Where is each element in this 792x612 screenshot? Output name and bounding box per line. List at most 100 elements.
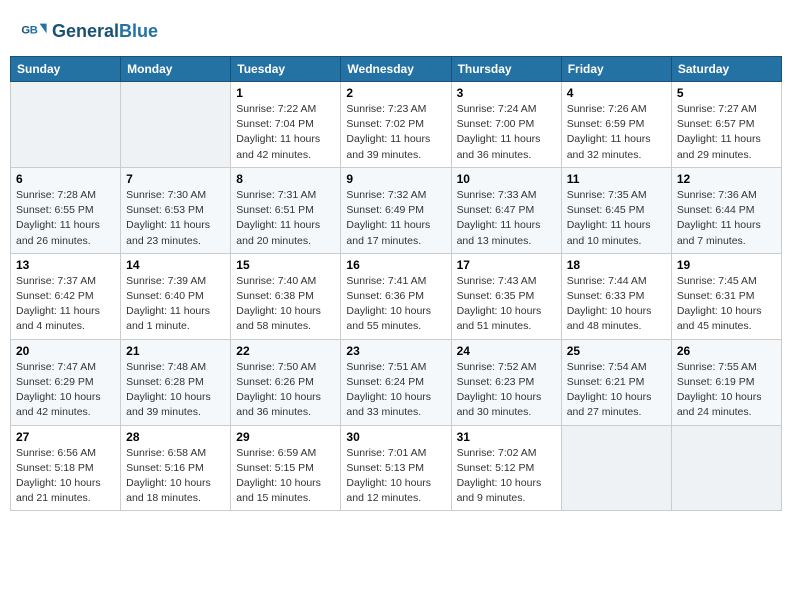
calendar-day-cell: 30 Sunrise: 7:01 AMSunset: 5:13 PMDayligh… (341, 425, 451, 511)
calendar-day-cell: 21Sunrise: 7:48 AMSunset: 6:28 PMDayligh… (121, 339, 231, 425)
day-info: Sunrise: 7:30 AMSunset: 6:53 PMDaylight:… (126, 188, 225, 249)
calendar-day-cell (561, 425, 671, 511)
day-info: Sunrise: 7:54 AMSunset: 6:21 PMDaylight:… (567, 360, 666, 421)
calendar-day-cell: 1Sunrise: 7:22 AMSunset: 7:04 PMDaylight… (231, 82, 341, 168)
day-info: Sunrise: 7:26 AMSunset: 6:59 PMDaylight:… (567, 102, 666, 163)
calendar-day-cell: 12 Sunrise: 7:36 AMSunset: 6:44 PMDayligh… (671, 167, 781, 253)
calendar-day-cell (11, 82, 121, 168)
calendar-day-cell: 24Sunrise: 7:52 AMSunset: 6:23 PMDayligh… (451, 339, 561, 425)
day-number: 14 (126, 258, 225, 272)
day-info: Sunrise: 6:59 AMSunset: 5:15 PMDaylight:… (236, 446, 335, 507)
calendar-day-cell: 9Sunrise: 7:32 AMSunset: 6:49 PMDaylight… (341, 167, 451, 253)
logo-text: GeneralBlue (52, 22, 158, 42)
day-number: 26 (677, 344, 776, 358)
svg-text:B: B (30, 24, 38, 36)
calendar-week-row: 6 Sunrise: 7:28 AMSunset: 6:55 PMDaylight… (11, 167, 782, 253)
day-info: Sunrise: 6:58 AMSunset: 5:16 PMDaylight:… (126, 446, 225, 507)
day-number: 29 (236, 430, 335, 444)
day-number: 16 (346, 258, 445, 272)
day-number: 10 (457, 172, 556, 186)
calendar-table: SundayMondayTuesdayWednesdayThursdayFrid… (10, 56, 782, 511)
calendar-week-row: 1Sunrise: 7:22 AMSunset: 7:04 PMDaylight… (11, 82, 782, 168)
day-info: Sunrise: 7:27 AMSunset: 6:57 PMDaylight:… (677, 102, 776, 163)
day-number: 9 (346, 172, 445, 186)
day-number: 18 (567, 258, 666, 272)
day-number: 3 (457, 86, 556, 100)
calendar-day-cell: 26 Sunrise: 7:55 AMSunset: 6:19 PMDayligh… (671, 339, 781, 425)
day-number: 8 (236, 172, 335, 186)
weekday-header-row: SundayMondayTuesdayWednesdayThursdayFrid… (11, 57, 782, 82)
weekday-header-friday: Friday (561, 57, 671, 82)
day-info: Sunrise: 7:28 AMSunset: 6:55 PMDaylight:… (16, 188, 115, 249)
calendar-day-cell: 10 Sunrise: 7:33 AMSunset: 6:47 PMDayligh… (451, 167, 561, 253)
calendar-day-cell: 28 Sunrise: 6:58 AMSunset: 5:16 PMDayligh… (121, 425, 231, 511)
day-number: 4 (567, 86, 666, 100)
day-info: Sunrise: 7:01 AMSunset: 5:13 PMDaylight:… (346, 446, 445, 507)
day-number: 2 (346, 86, 445, 100)
day-number: 13 (16, 258, 115, 272)
calendar-day-cell: 29 Sunrise: 6:59 AMSunset: 5:15 PMDayligh… (231, 425, 341, 511)
calendar-day-cell: 19 Sunrise: 7:45 AMSunset: 6:31 PMDayligh… (671, 253, 781, 339)
day-number: 17 (457, 258, 556, 272)
logo-icon: G B (20, 18, 48, 46)
calendar-day-cell: 8 Sunrise: 7:31 AMSunset: 6:51 PMDaylight… (231, 167, 341, 253)
calendar-day-cell: 7 Sunrise: 7:30 AMSunset: 6:53 PMDaylight… (121, 167, 231, 253)
calendar-day-cell: 11 Sunrise: 7:35 AMSunset: 6:45 PMDayligh… (561, 167, 671, 253)
weekday-header-saturday: Saturday (671, 57, 781, 82)
day-number: 31 (457, 430, 556, 444)
day-info: Sunrise: 7:50 AMSunset: 6:26 PMDaylight:… (236, 360, 335, 421)
day-info: Sunrise: 7:31 AMSunset: 6:51 PMDaylight:… (236, 188, 335, 249)
day-info: Sunrise: 7:23 AMSunset: 7:02 PMDaylight:… (346, 102, 445, 163)
calendar-week-row: 27Sunrise: 6:56 AMSunset: 5:18 PMDayligh… (11, 425, 782, 511)
weekday-header-wednesday: Wednesday (341, 57, 451, 82)
day-number: 11 (567, 172, 666, 186)
calendar-day-cell: 4 Sunrise: 7:26 AMSunset: 6:59 PMDaylight… (561, 82, 671, 168)
calendar-day-cell: 27Sunrise: 6:56 AMSunset: 5:18 PMDayligh… (11, 425, 121, 511)
calendar-day-cell: 14Sunrise: 7:39 AMSunset: 6:40 PMDayligh… (121, 253, 231, 339)
weekday-header-sunday: Sunday (11, 57, 121, 82)
calendar-day-cell: 20Sunrise: 7:47 AMSunset: 6:29 PMDayligh… (11, 339, 121, 425)
day-number: 22 (236, 344, 335, 358)
day-info: Sunrise: 7:51 AMSunset: 6:24 PMDaylight:… (346, 360, 445, 421)
day-info: Sunrise: 6:56 AMSunset: 5:18 PMDaylight:… (16, 446, 115, 507)
calendar-day-cell: 2 Sunrise: 7:23 AMSunset: 7:02 PMDaylight… (341, 82, 451, 168)
calendar-day-cell: 17 Sunrise: 7:43 AMSunset: 6:35 PMDayligh… (451, 253, 561, 339)
day-info: Sunrise: 7:37 AMSunset: 6:42 PMDaylight:… (16, 274, 115, 335)
calendar-week-row: 13 Sunrise: 7:37 AMSunset: 6:42 PMDayligh… (11, 253, 782, 339)
day-number: 6 (16, 172, 115, 186)
svg-text:G: G (21, 24, 30, 36)
calendar-week-row: 20Sunrise: 7:47 AMSunset: 6:29 PMDayligh… (11, 339, 782, 425)
day-number: 30 (346, 430, 445, 444)
day-info: Sunrise: 7:24 AMSunset: 7:00 PMDaylight:… (457, 102, 556, 163)
day-info: Sunrise: 7:47 AMSunset: 6:29 PMDaylight:… (16, 360, 115, 421)
calendar-day-cell: 16Sunrise: 7:41 AMSunset: 6:36 PMDayligh… (341, 253, 451, 339)
day-info: Sunrise: 7:45 AMSunset: 6:31 PMDaylight:… (677, 274, 776, 335)
day-number: 25 (567, 344, 666, 358)
day-number: 23 (346, 344, 445, 358)
calendar-day-cell (671, 425, 781, 511)
day-info: Sunrise: 7:48 AMSunset: 6:28 PMDaylight:… (126, 360, 225, 421)
day-number: 15 (236, 258, 335, 272)
day-number: 19 (677, 258, 776, 272)
weekday-header-monday: Monday (121, 57, 231, 82)
day-number: 5 (677, 86, 776, 100)
day-number: 28 (126, 430, 225, 444)
day-info: Sunrise: 7:36 AMSunset: 6:44 PMDaylight:… (677, 188, 776, 249)
day-info: Sunrise: 7:33 AMSunset: 6:47 PMDaylight:… (457, 188, 556, 249)
calendar-day-cell: 3 Sunrise: 7:24 AMSunset: 7:00 PMDaylight… (451, 82, 561, 168)
day-info: Sunrise: 7:02 AMSunset: 5:12 PMDaylight:… (457, 446, 556, 507)
day-number: 12 (677, 172, 776, 186)
logo: G B GeneralBlue (20, 18, 158, 46)
day-number: 24 (457, 344, 556, 358)
day-info: Sunrise: 7:35 AMSunset: 6:45 PMDaylight:… (567, 188, 666, 249)
weekday-header-thursday: Thursday (451, 57, 561, 82)
day-info: Sunrise: 7:22 AMSunset: 7:04 PMDaylight:… (236, 102, 335, 163)
calendar-day-cell: 18Sunrise: 7:44 AMSunset: 6:33 PMDayligh… (561, 253, 671, 339)
day-info: Sunrise: 7:43 AMSunset: 6:35 PMDaylight:… (457, 274, 556, 335)
calendar-day-cell (121, 82, 231, 168)
calendar-day-cell: 5 Sunrise: 7:27 AMSunset: 6:57 PMDaylight… (671, 82, 781, 168)
day-info: Sunrise: 7:40 AMSunset: 6:38 PMDaylight:… (236, 274, 335, 335)
day-info: Sunrise: 7:55 AMSunset: 6:19 PMDaylight:… (677, 360, 776, 421)
day-number: 7 (126, 172, 225, 186)
calendar-day-cell: 6 Sunrise: 7:28 AMSunset: 6:55 PMDaylight… (11, 167, 121, 253)
